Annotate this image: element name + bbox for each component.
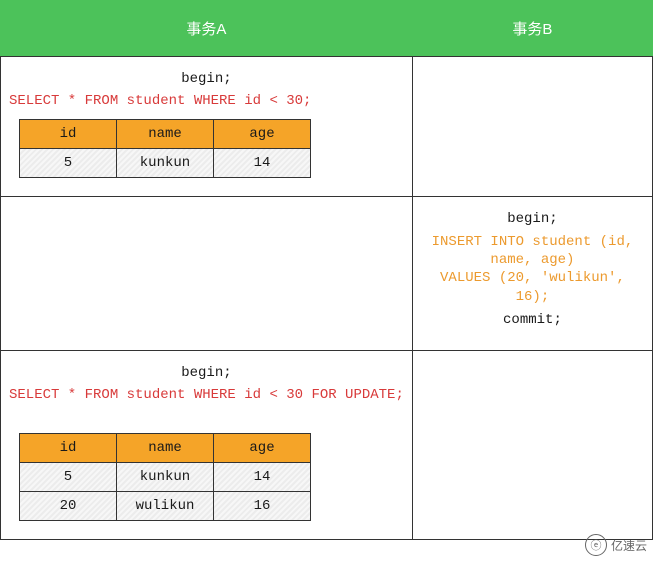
- begin-stmt: begin;: [9, 365, 404, 381]
- cell-id: 5: [20, 462, 117, 491]
- col-age: age: [214, 433, 311, 462]
- result-table-1: id name age 5 kunkun 14: [19, 119, 311, 178]
- watermark: ⓔ 亿速云: [585, 534, 647, 556]
- cell-name: kunkun: [117, 462, 214, 491]
- timeline-row-2: begin; INSERT INTO student (id, name, ag…: [1, 197, 653, 351]
- col-name: name: [117, 433, 214, 462]
- begin-stmt: begin;: [9, 71, 404, 87]
- select-stmt: SELECT * FROM student WHERE id < 30;: [9, 93, 404, 109]
- insert-line-1: INSERT INTO student (id, name, age): [432, 234, 634, 268]
- cell-id: 20: [20, 491, 117, 520]
- table-header-row: id name age: [20, 120, 311, 149]
- watermark-text: 亿速云: [611, 537, 647, 554]
- cell-age: 14: [214, 149, 311, 178]
- cell-name: kunkun: [117, 149, 214, 178]
- transaction-timeline-table: 事务A 事务B begin; SELECT * FROM student WHE…: [0, 0, 653, 540]
- insert-line-2: VALUES (20, 'wulikun', 16);: [440, 270, 625, 304]
- table-row: 5 kunkun 14: [20, 149, 311, 178]
- txn-b-step-3-empty: [413, 351, 652, 419]
- insert-stmt: INSERT INTO student (id, name, age) VALU…: [421, 233, 644, 306]
- commit-stmt: commit;: [421, 312, 644, 328]
- table-row: 5 kunkun 14: [20, 462, 311, 491]
- watermark-logo-icon: ⓔ: [585, 534, 607, 556]
- txn-b-step-1-empty: [413, 57, 652, 125]
- timeline-row-3: begin; SELECT * FROM student WHERE id < …: [1, 350, 653, 539]
- header-row: 事务A 事务B: [1, 1, 653, 57]
- col-age: age: [214, 120, 311, 149]
- txn-a-step-3: begin; SELECT * FROM student WHERE id < …: [1, 351, 412, 539]
- txn-a-step-1: begin; SELECT * FROM student WHERE id < …: [1, 57, 412, 196]
- cell-id: 5: [20, 149, 117, 178]
- header-transaction-a: 事务A: [1, 1, 413, 57]
- txn-b-step-2: begin; INSERT INTO student (id, name, ag…: [413, 197, 652, 350]
- col-name: name: [117, 120, 214, 149]
- table-row: 20 wulikun 16: [20, 491, 311, 520]
- timeline-row-1: begin; SELECT * FROM student WHERE id < …: [1, 57, 653, 197]
- select-for-update-stmt: SELECT * FROM student WHERE id < 30 FOR …: [9, 387, 404, 403]
- header-transaction-b: 事务B: [412, 1, 652, 57]
- txn-a-step-2-empty: [1, 197, 412, 265]
- result-table-2: id name age 5 kunkun 14 20 wulikun 16: [19, 433, 311, 521]
- cell-age: 14: [214, 462, 311, 491]
- cell-name: wulikun: [117, 491, 214, 520]
- col-id: id: [20, 120, 117, 149]
- table-header-row: id name age: [20, 433, 311, 462]
- cell-age: 16: [214, 491, 311, 520]
- col-id: id: [20, 433, 117, 462]
- begin-stmt: begin;: [421, 211, 644, 227]
